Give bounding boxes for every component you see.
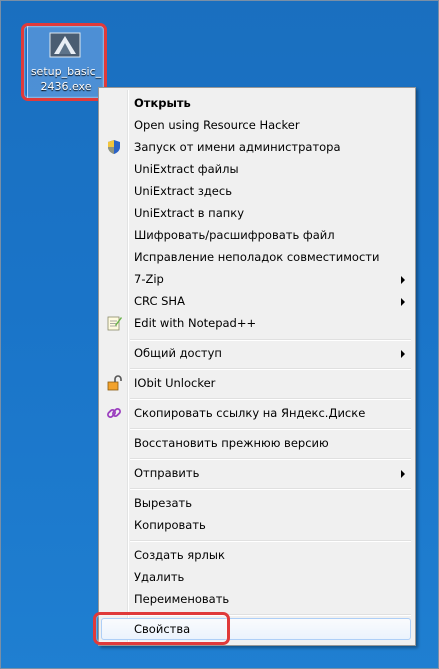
submenu-arrow-icon	[401, 350, 405, 358]
menu-item-label: Удалить	[134, 570, 185, 584]
menu-item-uniextract-folder[interactable]: UniExtract в папку	[101, 202, 411, 224]
menu-item-7zip[interactable]: 7-Zip	[101, 268, 411, 290]
menu-item-send-to[interactable]: Отправить	[101, 462, 411, 484]
menu-separator	[130, 398, 411, 400]
menu-item-label: CRC SHA	[134, 294, 185, 308]
menu-item-label: 7-Zip	[134, 272, 164, 286]
menu-item-compatibility[interactable]: Исправление неполадок совместимости	[101, 246, 411, 268]
menu-item-delete[interactable]: Удалить	[101, 566, 411, 588]
menu-separator	[130, 428, 411, 430]
menu-item-label: Edit with Notepad++	[134, 316, 257, 330]
menu-item-rename[interactable]: Переименовать	[101, 588, 411, 610]
menu-item-label: Отправить	[134, 466, 200, 480]
menu-item-label: Копировать	[134, 518, 206, 532]
menu-item-open[interactable]: Открыть	[101, 92, 411, 114]
menu-item-label: Шифровать/расшифровать файл	[134, 228, 335, 242]
menu-item-crc-sha[interactable]: CRC SHA	[101, 290, 411, 312]
menu-item-label: Запуск от имени администратора	[134, 140, 341, 154]
submenu-arrow-icon	[401, 298, 405, 306]
submenu-arrow-icon	[401, 470, 405, 478]
file-highlight-box	[21, 23, 107, 101]
menu-item-label: Открыть	[134, 96, 191, 110]
menu-item-copy[interactable]: Копировать	[101, 514, 411, 536]
menu-item-label: Создать ярлык	[134, 548, 225, 562]
context-menu: Открыть Open using Resource Hacker Запус…	[98, 87, 416, 646]
menu-item-sharing[interactable]: Общий доступ	[101, 342, 411, 364]
menu-item-resource-hacker[interactable]: Open using Resource Hacker	[101, 114, 411, 136]
menu-item-uniextract-here[interactable]: UniExtract здесь	[101, 180, 411, 202]
menu-item-cut[interactable]: Вырезать	[101, 492, 411, 514]
menu-item-restore-previous[interactable]: Восстановить прежнюю версию	[101, 432, 411, 454]
menu-item-label: UniExtract файлы	[134, 162, 239, 176]
menu-item-label: UniExtract здесь	[134, 184, 232, 198]
menu-item-encrypt[interactable]: Шифровать/расшифровать файл	[101, 224, 411, 246]
menu-separator	[130, 488, 411, 490]
menu-item-label: Вырезать	[134, 496, 192, 510]
notepad-plus-plus-icon	[107, 316, 122, 331]
menu-item-label: Open using Resource Hacker	[134, 118, 300, 132]
unlock-icon	[107, 375, 122, 391]
menu-item-label: Восстановить прежнюю версию	[134, 436, 329, 450]
uac-shield-icon	[108, 140, 120, 154]
menu-item-create-shortcut[interactable]: Создать ярлык	[101, 544, 411, 566]
menu-item-label: IObit Unlocker	[134, 376, 216, 390]
menu-item-label: Общий доступ	[134, 346, 222, 360]
menu-item-uniextract-files[interactable]: UniExtract файлы	[101, 158, 411, 180]
menu-separator	[130, 540, 411, 542]
menu-item-run-as-admin[interactable]: Запуск от имени администратора	[101, 136, 411, 158]
menu-separator	[130, 339, 411, 341]
menu-item-notepad-plus-plus[interactable]: Edit with Notepad++	[101, 312, 411, 334]
menu-item-label: Переименовать	[134, 592, 230, 606]
menu-separator	[130, 368, 411, 370]
menu-item-yandex-disk-link[interactable]: Скопировать ссылку на Яндекс.Диске	[101, 402, 411, 424]
menu-item-label: UniExtract в папку	[134, 206, 245, 220]
menu-item-label: Скопировать ссылку на Яндекс.Диске	[134, 406, 366, 420]
menu-item-iobit-unlocker[interactable]: IObit Unlocker	[101, 372, 411, 394]
menu-item-label: Исправление неполадок совместимости	[134, 250, 380, 264]
submenu-arrow-icon	[401, 276, 405, 284]
menu-separator	[130, 458, 411, 460]
link-icon	[107, 408, 121, 418]
properties-highlight-box	[93, 612, 230, 645]
